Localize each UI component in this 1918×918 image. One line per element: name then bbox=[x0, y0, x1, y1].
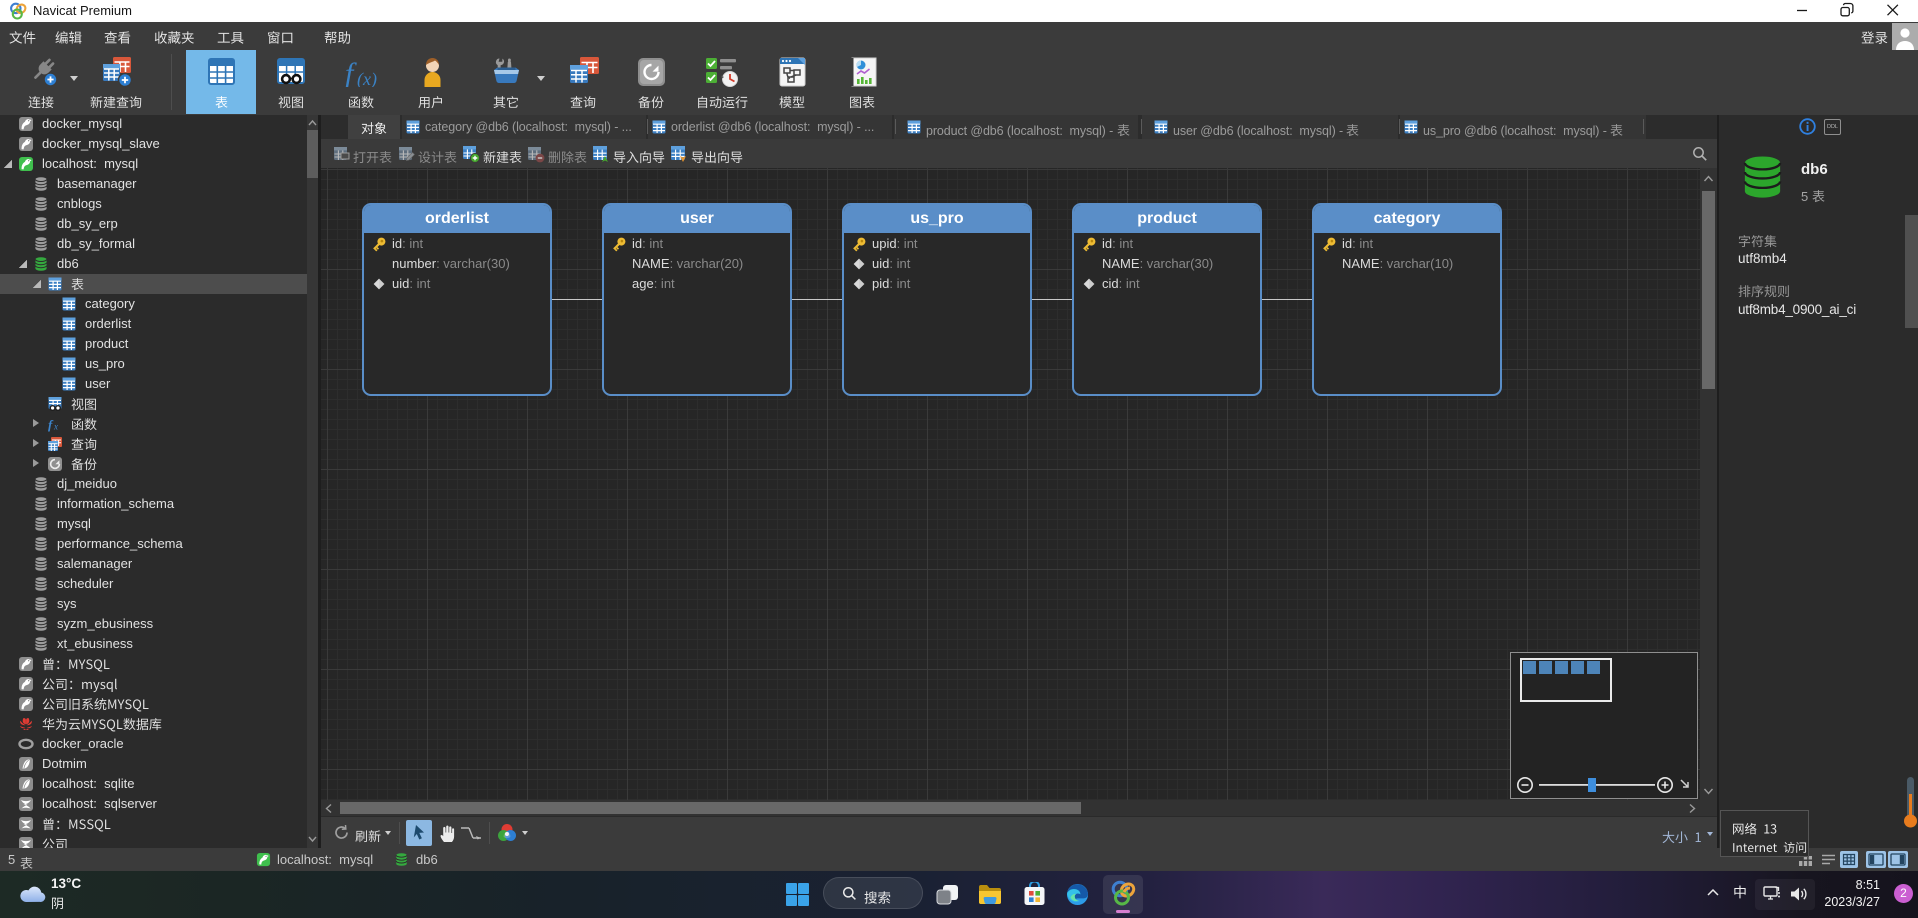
svg-text:(x): (x) bbox=[357, 69, 377, 87]
svg-text:f: f bbox=[345, 57, 357, 87]
